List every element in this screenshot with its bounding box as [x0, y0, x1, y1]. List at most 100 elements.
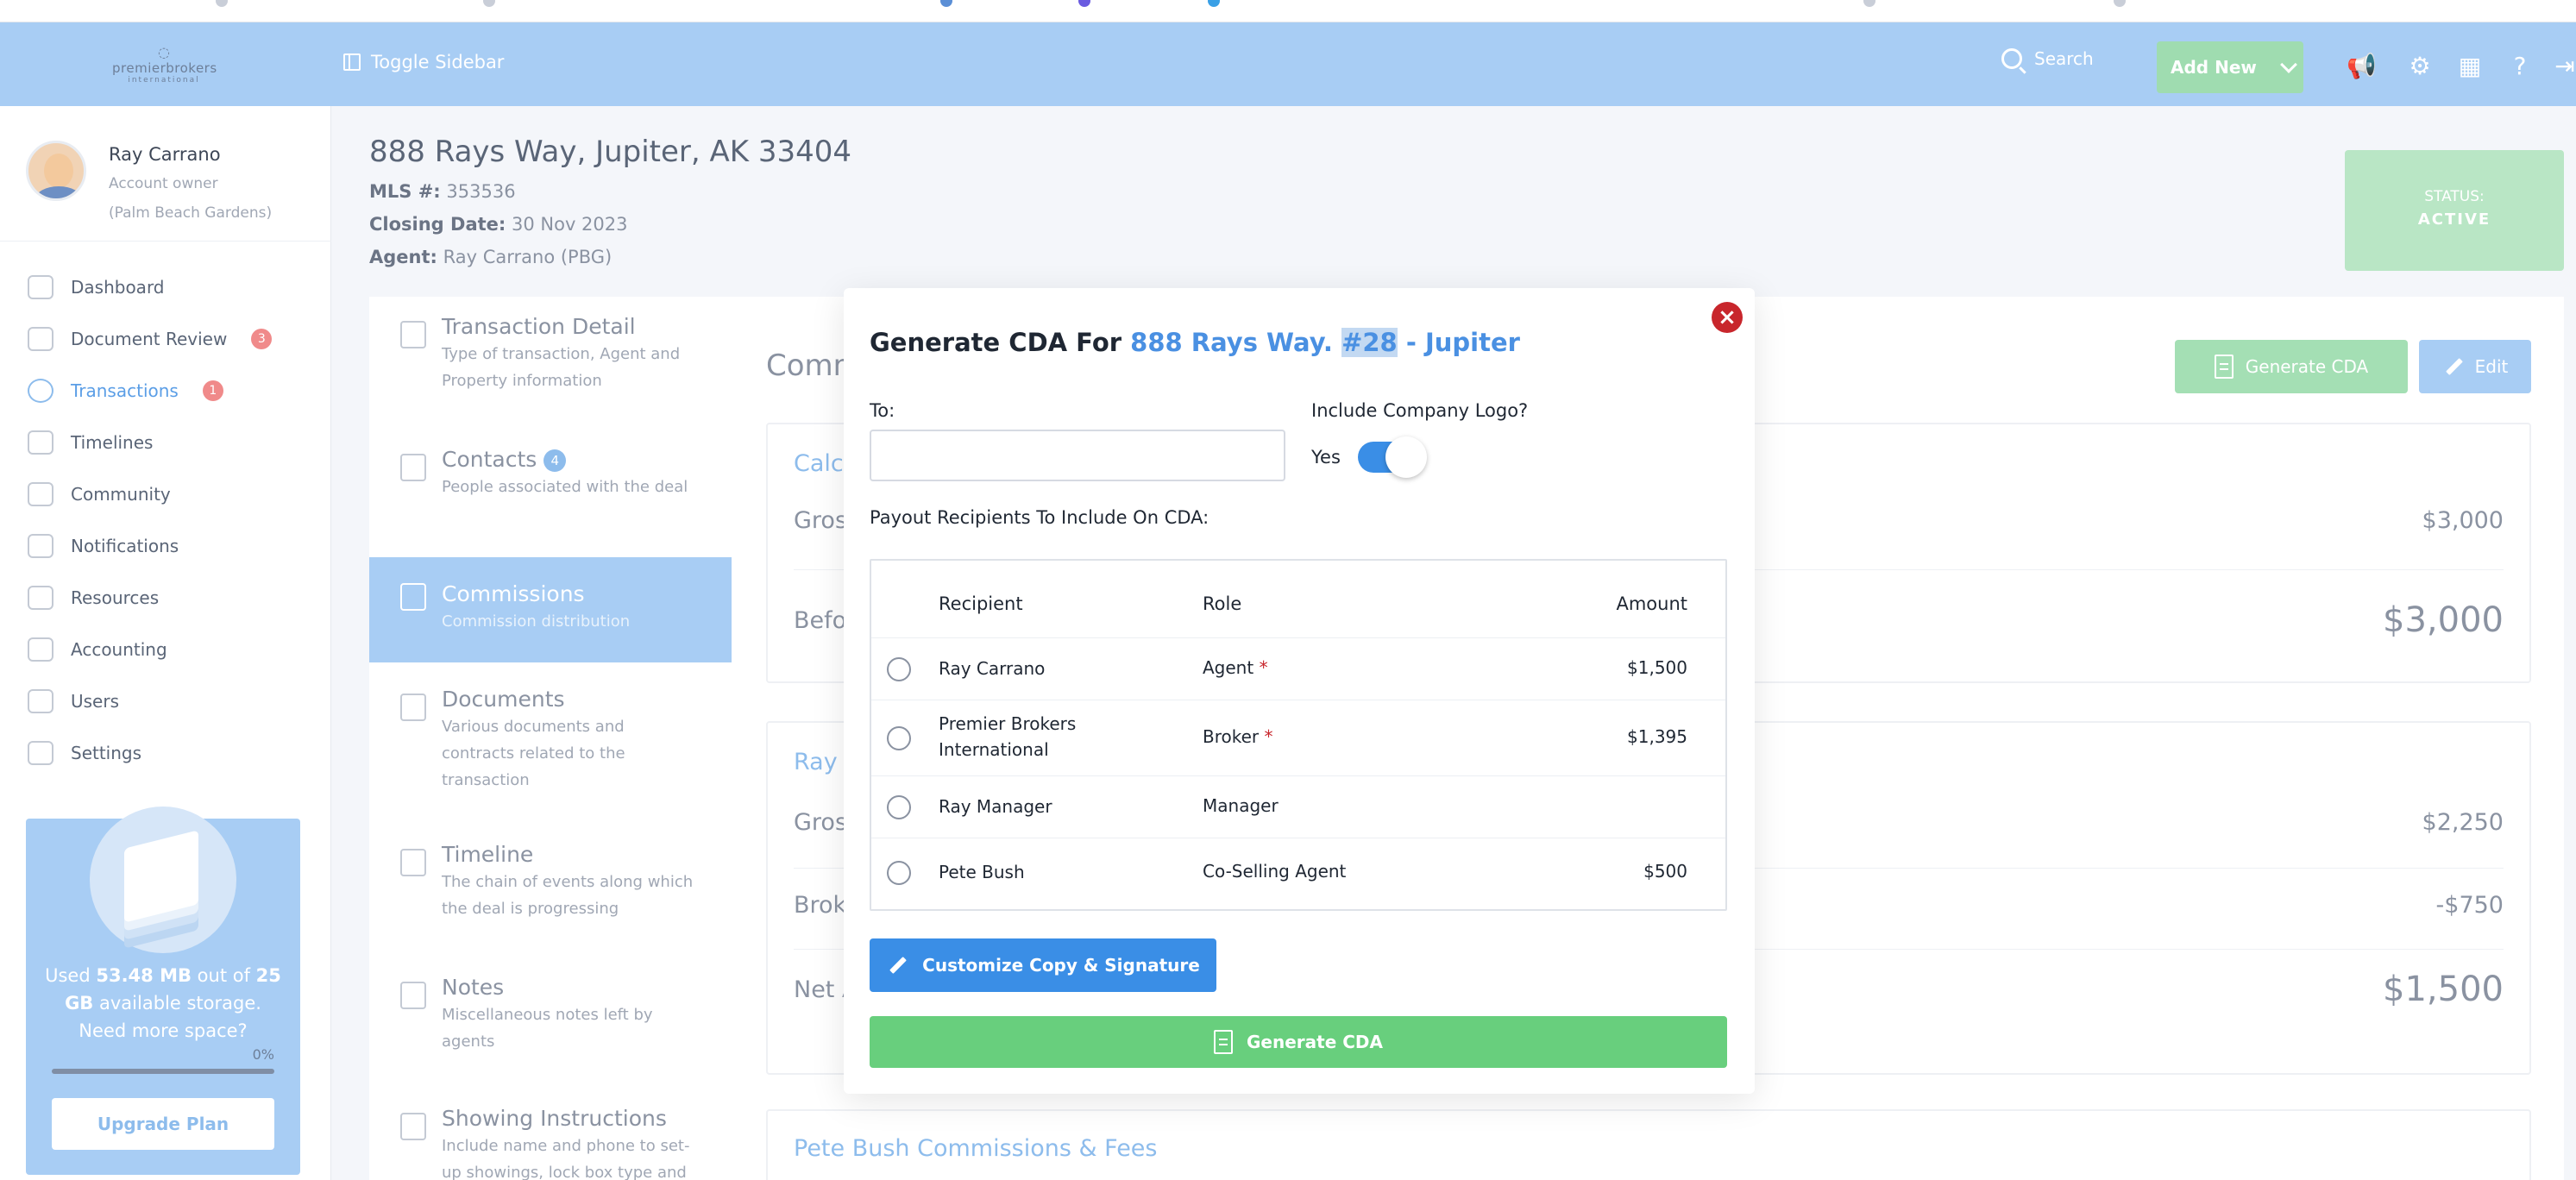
bookmark-icon[interactable]	[940, 0, 952, 7]
folder-icon	[28, 586, 53, 610]
storage-stack-icon	[90, 807, 236, 953]
include-logo-value: Yes	[1311, 447, 1341, 468]
mls-value: 353536	[446, 181, 516, 202]
select-radio[interactable]	[887, 726, 911, 750]
sidebar-item-document-review[interactable]: Document Review 3	[28, 313, 312, 365]
bookmark-icon[interactable]	[216, 0, 228, 7]
row-label: Gros	[794, 809, 848, 836]
generate-label: Generate CDA	[1247, 1032, 1383, 1052]
tab-title: Transaction Detail	[442, 314, 636, 339]
dollar-icon	[28, 379, 53, 403]
generate-cda-button[interactable]: Generate CDA	[2175, 340, 2408, 393]
bookmark-icon[interactable]	[1863, 0, 1875, 7]
close-icon[interactable]: ×	[1712, 302, 1743, 333]
sidebar-item-notifications[interactable]: Notifications	[28, 520, 312, 572]
ledger-icon	[28, 637, 53, 662]
include-logo-toggle[interactable]	[1357, 436, 1427, 478]
house-icon	[400, 1113, 426, 1140]
logout-icon[interactable]: ⇥	[2552, 53, 2576, 79]
help-icon[interactable]: ?	[2507, 53, 2533, 79]
row-value: $3,000	[2383, 600, 2504, 640]
sidebar-item-label: Resources	[71, 587, 160, 608]
note-icon	[400, 982, 426, 1009]
edit-button[interactable]: Edit	[2419, 340, 2531, 393]
tab-title: Timeline	[442, 842, 534, 867]
tab-notes[interactable]: Notes Miscellaneous notes left by agents	[369, 975, 732, 1078]
logo-mark-icon: ◌	[158, 44, 170, 60]
recipients-table: Recipient Role Amount Ray Carrano Agent …	[870, 559, 1727, 911]
storage-out-of: out of	[197, 965, 250, 986]
sidebar-item-dashboard[interactable]: Dashboard	[28, 261, 312, 313]
tab-title: Showing Instructions	[442, 1106, 667, 1131]
closing-date-line: Closing Date: 30 Nov 2023	[369, 214, 851, 235]
to-input[interactable]	[870, 430, 1285, 481]
select-radio[interactable]	[887, 795, 911, 819]
tab-showing-instructions[interactable]: Showing Instructions Include name and ph…	[369, 1106, 732, 1180]
row-label: Brok	[794, 892, 847, 919]
megaphone-icon[interactable]: 📢	[2347, 53, 2377, 79]
property-title: 888 Rays Way, Jupiter, AK 33404	[369, 135, 852, 169]
closing-label: Closing Date:	[369, 214, 506, 235]
modal-title: Generate CDA For 888 Rays Way. #28 - Jup…	[870, 328, 1520, 357]
table-row[interactable]: Ray Manager Manager	[871, 776, 1725, 838]
company-logo[interactable]: ◌ premierbrokers international	[112, 44, 217, 86]
tab-timeline[interactable]: Timeline The chain of events along which…	[369, 842, 732, 945]
sidebar-item-timelines[interactable]: Timelines	[28, 417, 312, 468]
tab-transaction-detail[interactable]: Transaction Detail Type of transaction, …	[369, 314, 732, 417]
sidebar-item-label: Dashboard	[71, 277, 165, 298]
timeline-icon	[28, 430, 53, 455]
add-new-button[interactable]: Add New	[2157, 41, 2303, 93]
logo-name: premierbrokers	[112, 60, 217, 76]
sidebar-item-label: Settings	[71, 743, 142, 763]
add-new-label: Add New	[2171, 57, 2257, 78]
phone-book-icon	[400, 454, 426, 481]
sidebar: Ray Carrano Account owner (Palm Beach Ga…	[0, 106, 331, 1180]
table-row[interactable]: Ray Carrano Agent * $1,500	[871, 638, 1725, 700]
tab-commissions[interactable]: Commissions Commission distribution	[369, 557, 732, 662]
select-radio[interactable]	[887, 657, 911, 681]
sidebar-item-settings[interactable]: Settings	[28, 727, 312, 779]
bookmark-icon[interactable]	[1078, 0, 1090, 7]
status-badge[interactable]: STATUS: ACTIVE	[2345, 150, 2564, 271]
row-value: $2,250	[2422, 809, 2504, 836]
sidebar-item-accounting[interactable]: Accounting	[28, 624, 312, 675]
customize-copy-signature-button[interactable]: Customize Copy & Signature	[870, 938, 1216, 992]
select-radio[interactable]	[887, 861, 911, 885]
recipient-amount: $1,500	[1627, 657, 1687, 678]
bookmark-icon[interactable]	[2114, 0, 2126, 7]
calculator-icon[interactable]: ▦	[2457, 53, 2483, 79]
table-header: Recipient Role Amount	[871, 561, 1725, 638]
table-row[interactable]: Premier Brokers International Broker * $…	[871, 700, 1725, 776]
bookmark-icon[interactable]	[483, 0, 495, 7]
toggle-sidebar-button[interactable]: Toggle Sidebar	[343, 52, 504, 72]
tab-desc: Miscellaneous notes left by agents	[442, 1006, 653, 1051]
gear-icon[interactable]: ⚙	[2407, 53, 2433, 79]
table-row[interactable]: Pete Bush Co-Selling Agent $500	[871, 838, 1725, 909]
sidebar-item-transactions[interactable]: Transactions 1	[28, 365, 312, 417]
sidebar-item-users[interactable]: Users	[28, 675, 312, 727]
tab-title: Contacts	[442, 447, 537, 472]
modal-title-address: 888 Rays Way.	[1130, 328, 1333, 357]
search-button[interactable]: Search	[2001, 48, 2094, 69]
hand-coin-icon	[400, 583, 426, 611]
recipient-amount: $500	[1643, 861, 1687, 882]
tab-desc: Commission distribution	[442, 612, 631, 631]
tab-desc: The chain of events along which the deal…	[442, 873, 694, 918]
row-value: -$750	[2435, 892, 2504, 919]
card-heading: Ray	[794, 749, 838, 775]
sidebar-item-resources[interactable]: Resources	[28, 572, 312, 624]
user-profile[interactable]: Ray Carrano Account owner (Palm Beach Ga…	[26, 141, 272, 222]
card-heading: Calc	[794, 450, 844, 477]
sidebar-item-community[interactable]: Community	[28, 468, 312, 520]
upgrade-plan-button[interactable]: Upgrade Plan	[52, 1098, 274, 1150]
timeline-icon	[400, 849, 426, 876]
tab-contacts[interactable]: Contacts 4 People associated with the dea…	[369, 447, 732, 542]
tab-documents[interactable]: Documents Various documents and contract…	[369, 687, 732, 807]
transaction-tabs: Transaction Detail Type of transaction, …	[369, 297, 732, 1180]
column-recipient: Recipient	[939, 593, 1023, 614]
recipient-name: Ray Manager	[939, 796, 1052, 817]
generate-cda-submit-button[interactable]: Generate CDA	[870, 1016, 1727, 1068]
generate-cda-modal: × Generate CDA For 888 Rays Way. #28 - J…	[844, 288, 1755, 1094]
pencil-icon	[886, 955, 907, 976]
bookmark-icon[interactable]	[1208, 0, 1220, 7]
